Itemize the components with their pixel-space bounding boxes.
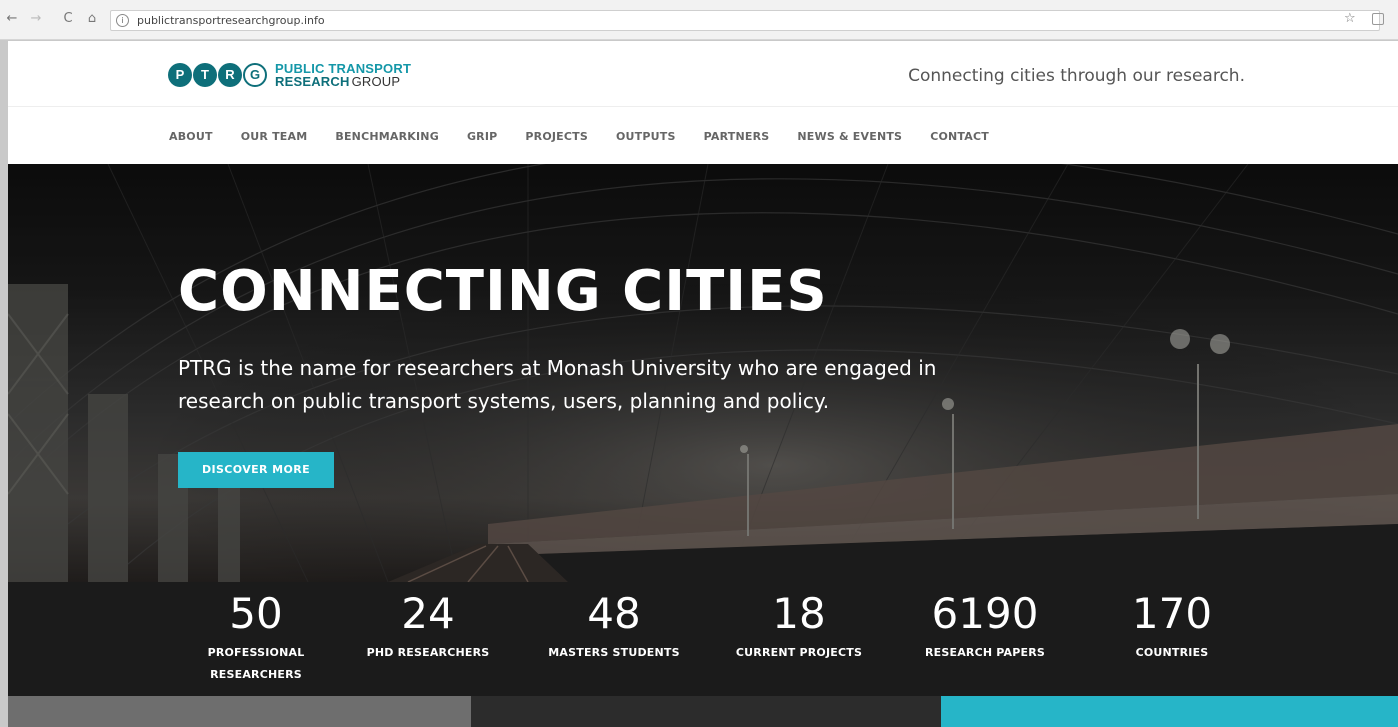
main-navigation: ABOUT OUR TEAM BENCHMARKING GRIP PROJECT…	[8, 108, 1398, 164]
logo-line-2: RESEARCH GROUP	[275, 75, 411, 88]
header-tagline: Connecting cities through our research.	[908, 66, 1245, 86]
logo-wordmark: PUBLIC TRANSPORT RESEARCH GROUP	[275, 62, 411, 88]
site-logo[interactable]: P T R G PUBLIC TRANSPORT RESEARCH GROUP	[168, 59, 411, 91]
stat-countries: 170 COUNTRIES	[1097, 592, 1247, 664]
web-page: P T R G PUBLIC TRANSPORT RESEARCH GROUP C…	[8, 41, 1398, 727]
extension-icon[interactable]	[1372, 13, 1384, 25]
stat-label: PHD RESEARCHERS	[366, 646, 490, 659]
logo-line-2-bold: RESEARCH	[275, 74, 350, 89]
back-icon[interactable]: ←	[4, 11, 20, 27]
stat-number: 48	[587, 589, 641, 638]
feature-panel-1[interactable]	[8, 696, 471, 727]
hero-banner: CONNECTING CITIES PTRG is the name for r…	[8, 164, 1398, 582]
logo-line-2-light: GROUP	[351, 74, 401, 89]
site-header: P T R G PUBLIC TRANSPORT RESEARCH GROUP C…	[8, 41, 1398, 107]
forward-icon[interactable]: →	[28, 11, 44, 27]
stat-current-projects: 18 CURRENT PROJECTS	[724, 592, 874, 664]
nav-item-news-events[interactable]: NEWS & EVENTS	[797, 130, 902, 143]
bookmark-star-icon[interactable]: ☆	[1344, 11, 1356, 26]
stat-label-line1: PROFESSIONAL	[207, 646, 305, 659]
stat-label: COUNTRIES	[1135, 646, 1209, 659]
logo-letter-g: G	[243, 63, 267, 87]
logo-letter-r: R	[218, 63, 242, 87]
stat-masters-students: 48 MASTERS STUDENTS	[539, 592, 689, 664]
discover-more-button[interactable]: DISCOVER MORE	[178, 452, 334, 488]
nav-item-partners[interactable]: PARTNERS	[704, 130, 770, 143]
stat-number: 18	[772, 589, 826, 638]
stats-bar: 50 PROFESSIONAL RESEARCHERS 24 PHD RESEA…	[8, 582, 1398, 696]
logo-letter-p: P	[168, 63, 192, 87]
stat-professional-researchers: 50 PROFESSIONAL RESEARCHERS	[181, 592, 331, 686]
stat-number: 6190	[931, 589, 1039, 638]
stat-label: MASTERS STUDENTS	[548, 646, 680, 659]
stat-research-papers: 6190 RESEARCH PAPERS	[910, 592, 1060, 664]
logo-letter-t: T	[193, 63, 217, 87]
nav-item-benchmarking[interactable]: BENCHMARKING	[335, 130, 439, 143]
home-icon[interactable]: ⌂	[84, 11, 100, 27]
stat-label-line2: RESEARCHERS	[210, 668, 302, 681]
stat-number: 50	[229, 589, 283, 638]
nav-item-grip[interactable]: GRIP	[467, 130, 497, 143]
url-text[interactable]: publictransportresearchgroup.info	[137, 14, 325, 27]
hero-description: PTRG is the name for researchers at Mona…	[178, 356, 937, 413]
stat-phd-researchers: 24 PHD RESEARCHERS	[353, 592, 503, 664]
stat-label: PROFESSIONAL RESEARCHERS	[181, 642, 331, 686]
nav-item-contact[interactable]: CONTACT	[930, 130, 989, 143]
nav-item-about[interactable]: ABOUT	[169, 130, 213, 143]
hero-title: CONNECTING CITIES	[178, 259, 828, 324]
stat-label: RESEARCH PAPERS	[924, 646, 1046, 659]
nav-item-projects[interactable]: PROJECTS	[525, 130, 588, 143]
stat-label: CURRENT PROJECTS	[735, 646, 863, 659]
browser-toolbar: ← → C ⌂ i publictransportresearchgroup.i…	[0, 0, 1398, 40]
reload-icon[interactable]: C	[60, 11, 76, 27]
stat-number: 170	[1131, 589, 1213, 638]
feature-panel-2[interactable]	[471, 696, 941, 727]
site-info-icon[interactable]: i	[116, 14, 129, 27]
feature-panel-3[interactable]	[941, 696, 1398, 727]
address-bar[interactable]: i publictransportresearchgroup.info	[110, 10, 1380, 31]
nav-item-our-team[interactable]: OUR TEAM	[241, 130, 308, 143]
stat-number: 24	[401, 589, 455, 638]
nav-item-outputs[interactable]: OUTPUTS	[616, 130, 676, 143]
